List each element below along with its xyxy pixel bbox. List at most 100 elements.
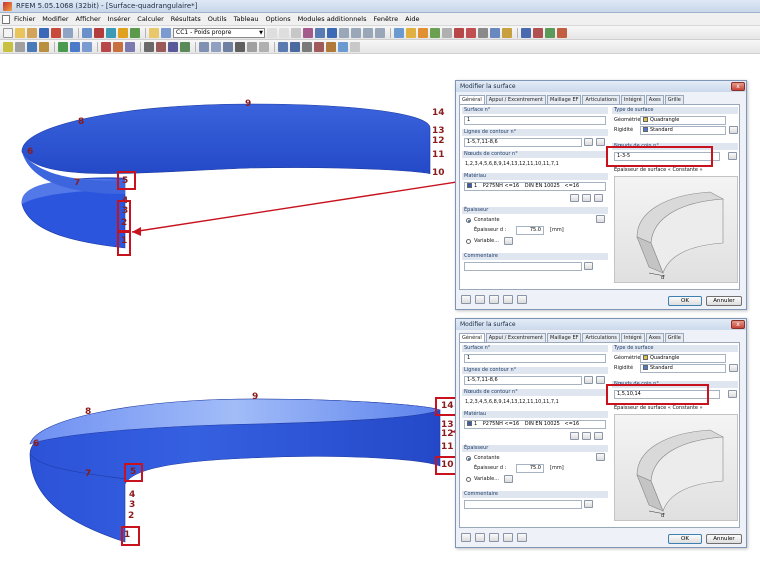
previous-lc-icon[interactable]: [267, 27, 277, 38]
material-edit-button[interactable]: [594, 194, 603, 202]
contour-lines-field[interactable]: 1-5,7,11-8,6: [464, 138, 582, 147]
thickness-edit-button[interactable]: [596, 453, 605, 461]
material-new-button[interactable]: [582, 194, 591, 202]
display-icon[interactable]: [533, 27, 543, 38]
find-icon[interactable]: [290, 41, 300, 52]
pick-lines-button[interactable]: [584, 138, 593, 146]
menu-inserer[interactable]: Insérer: [108, 15, 131, 23]
menu-outils[interactable]: Outils: [208, 15, 227, 23]
menu-afficher[interactable]: Afficher: [76, 15, 101, 23]
calculate-icon[interactable]: [94, 27, 104, 38]
bottom-surface-model[interactable]: [29, 398, 441, 543]
settings-icon[interactable]: [545, 27, 555, 38]
isometric-icon[interactable]: [375, 27, 385, 38]
tab-hinges[interactable]: Articulations: [582, 333, 620, 342]
edit-surface-dialog-top[interactable]: Modifier la surface x Général Appui / Ex…: [455, 80, 747, 310]
move-icon[interactable]: [235, 41, 245, 52]
dimension-icon[interactable]: [454, 27, 464, 38]
stiffness-select[interactable]: Standard: [640, 364, 726, 373]
check-icon[interactable]: [130, 27, 140, 38]
solid-icon[interactable]: [82, 41, 92, 52]
menu-tableau[interactable]: Tableau: [234, 15, 259, 23]
surface-load-icon[interactable]: [180, 41, 190, 52]
variable-edit-button[interactable]: [504, 237, 513, 245]
section-icon[interactable]: [490, 27, 500, 38]
material-library-button[interactable]: [570, 432, 579, 440]
geometry-select[interactable]: Quadrangle: [640, 354, 726, 363]
constant-radio[interactable]: [466, 218, 471, 223]
tab-support-eccentricity[interactable]: Appui / Excentrement: [485, 95, 546, 104]
nodal-load-icon[interactable]: [156, 41, 166, 52]
line-load-icon[interactable]: [168, 41, 178, 52]
new-file-icon[interactable]: [3, 27, 13, 38]
comment-button[interactable]: [584, 500, 593, 508]
close-button[interactable]: x: [731, 320, 745, 329]
tab-fe-mesh[interactable]: Maillage EF: [547, 333, 582, 342]
object-snap-icon[interactable]: [430, 27, 440, 38]
surface-no-field[interactable]: 1: [464, 354, 606, 363]
tab-hinges[interactable]: Articulations: [582, 95, 620, 104]
info-icon[interactable]: [475, 533, 485, 542]
snap-icon[interactable]: [418, 27, 428, 38]
copy-icon[interactable]: [223, 41, 233, 52]
thickness-value-field[interactable]: 75.0: [516, 226, 544, 235]
hinge-icon[interactable]: [113, 41, 123, 52]
stiffness-select[interactable]: Standard: [640, 126, 726, 135]
printout-report-icon[interactable]: [63, 27, 73, 38]
comment-field[interactable]: [464, 262, 582, 271]
toggle-icon[interactable]: [557, 27, 567, 38]
display-results-icon[interactable]: [118, 27, 128, 38]
info-icon[interactable]: [475, 295, 485, 304]
menu-modifier[interactable]: Modifier: [42, 15, 68, 23]
material-select[interactable]: 1 P275NH <=16 DIN EN 10025 <=16: [464, 420, 606, 429]
menu-fichier[interactable]: Fichier: [14, 15, 35, 23]
view-icon[interactable]: [503, 295, 513, 304]
material-edit-button[interactable]: [594, 432, 603, 440]
load-case-select[interactable]: CC1 - Poids propre ▼: [173, 27, 265, 38]
view-x-icon[interactable]: [339, 27, 349, 38]
constant-radio[interactable]: [466, 456, 471, 461]
thickness-value-field[interactable]: 75.0: [516, 464, 544, 473]
mirror-icon[interactable]: [259, 41, 269, 52]
variable-radio[interactable]: [466, 477, 471, 482]
comment-button[interactable]: [584, 262, 593, 270]
cancel-button[interactable]: Annuler: [706, 534, 742, 544]
pick-corner-nodes-button[interactable]: [728, 390, 737, 398]
tab-axes[interactable]: Axes: [645, 95, 664, 104]
view-y-icon[interactable]: [351, 27, 361, 38]
mesh-icon[interactable]: [199, 41, 209, 52]
menu-fenetre[interactable]: Fenêtre: [374, 15, 399, 23]
monitor-icon[interactable]: [521, 27, 531, 38]
filter-icon[interactable]: [278, 41, 288, 52]
layer-icon[interactable]: [338, 41, 348, 52]
menu-resultats[interactable]: Résultats: [171, 15, 201, 23]
geometry-select[interactable]: Quadrangle: [640, 116, 726, 125]
stiffness-edit-button[interactable]: [729, 364, 738, 372]
line-icon[interactable]: [15, 41, 25, 52]
tab-integrated[interactable]: Intégré: [620, 95, 645, 104]
info-icon[interactable]: [302, 41, 312, 52]
ok-button[interactable]: OK: [668, 296, 702, 306]
more-icon[interactable]: [350, 41, 360, 52]
comment-field[interactable]: [464, 500, 582, 509]
document-icon[interactable]: [2, 14, 10, 24]
select-icon[interactable]: [394, 27, 404, 38]
render-icon[interactable]: [303, 27, 313, 38]
delete-icon[interactable]: [314, 41, 324, 52]
contour-lines-field[interactable]: 1-5,7,11-8,6: [464, 376, 582, 385]
panel-icon[interactable]: [161, 27, 171, 38]
undo-icon[interactable]: [82, 27, 92, 38]
pick-lines-button[interactable]: [584, 376, 593, 384]
variable-edit-button[interactable]: [504, 475, 513, 483]
surface-icon[interactable]: [70, 41, 80, 52]
menu-options[interactable]: Options: [266, 15, 291, 23]
support-icon[interactable]: [101, 41, 111, 52]
visibility-icon[interactable]: [502, 27, 512, 38]
cross-icon[interactable]: [466, 27, 476, 38]
arc-icon[interactable]: [39, 41, 49, 52]
tab-support-eccentricity[interactable]: Appui / Excentrement: [485, 333, 546, 342]
coord-system-icon[interactable]: [442, 27, 452, 38]
print-icon[interactable]: [51, 27, 61, 38]
edit-lines-button[interactable]: [596, 376, 605, 384]
view-icon[interactable]: [291, 27, 301, 38]
